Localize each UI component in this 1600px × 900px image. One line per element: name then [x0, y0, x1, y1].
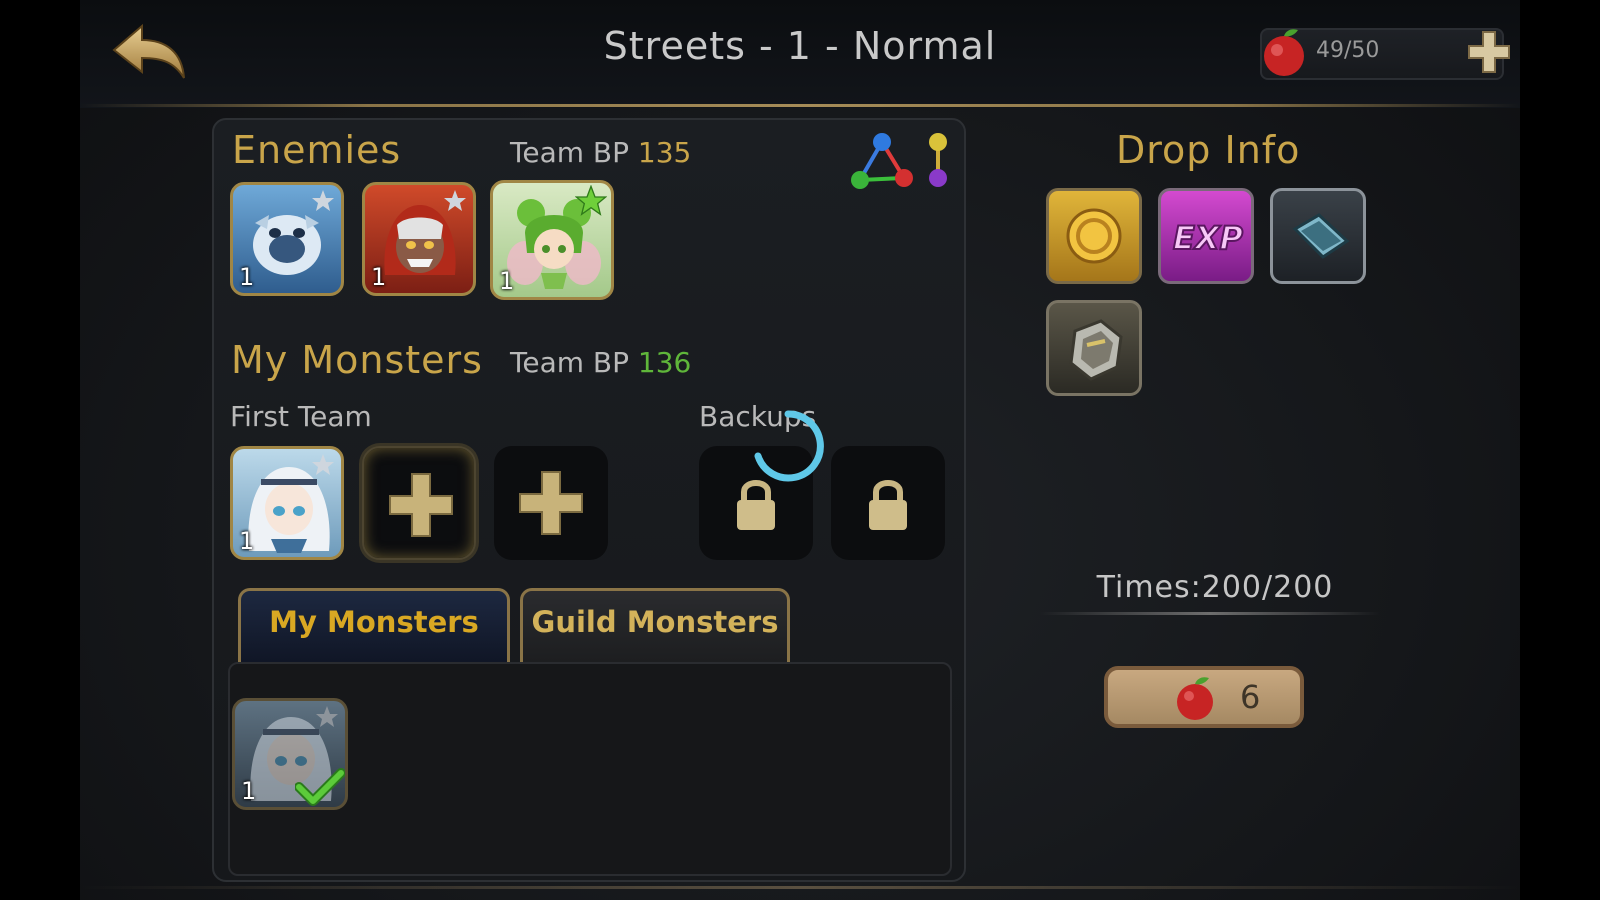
green-star-icon — [575, 185, 607, 216]
my-bp-value: 136 — [637, 346, 692, 379]
enemy-level: 1 — [499, 267, 515, 295]
checkmark-icon — [295, 768, 345, 806]
lock-icon — [869, 480, 907, 530]
first-team-slot-3[interactable] — [494, 446, 608, 560]
enemy-card-1[interactable]: 1 — [230, 182, 344, 296]
times-remaining: Times:200/200 — [1096, 570, 1334, 605]
apple-icon — [1177, 677, 1213, 720]
enemy-level: 1 — [371, 263, 387, 291]
drop-item-gem[interactable] — [1270, 188, 1366, 284]
exp-icon: EXP — [1172, 218, 1245, 258]
backup-slot-2[interactable] — [831, 446, 945, 560]
drop-info-title: Drop Info — [1116, 128, 1301, 172]
enemies-title: Enemies — [232, 128, 402, 172]
add-monster-plus-icon — [519, 471, 583, 535]
loading-spinner-icon — [754, 410, 824, 482]
gear-armor-icon — [1069, 319, 1123, 381]
lock-icon — [737, 480, 775, 530]
gold-coin-icon — [1066, 208, 1122, 264]
drop-item-armor[interactable] — [1046, 300, 1142, 396]
my-bp-label: Team BP — [510, 346, 629, 379]
tab-my-monsters[interactable]: My Monsters — [238, 588, 510, 662]
my-monsters-title: My Monsters — [231, 338, 483, 382]
apple-icon — [1264, 29, 1304, 76]
gem-icon — [1292, 213, 1350, 259]
star-icon — [316, 706, 338, 727]
enemy-card-2[interactable]: 1 — [362, 182, 476, 296]
times-divider — [1040, 612, 1380, 615]
enemy-card-3[interactable]: 1 — [490, 180, 614, 300]
star-icon — [444, 190, 466, 211]
first-team-slot-1[interactable]: 1 — [230, 446, 344, 560]
energy-value: 49/50 — [1316, 38, 1380, 63]
monster-level: 1 — [239, 527, 255, 555]
enemy-bp-value: 135 — [637, 136, 692, 169]
enemy-bp-label: Team BP — [510, 136, 629, 169]
bottom-divider — [80, 886, 1520, 889]
enemy-level: 1 — [239, 263, 255, 291]
start-battle-button[interactable]: 6 — [1104, 666, 1304, 728]
add-monster-plus-icon — [389, 473, 453, 537]
list-item[interactable]: 1 — [232, 698, 348, 810]
element-cycle-icon[interactable] — [846, 130, 956, 192]
drop-item-gold[interactable] — [1046, 188, 1142, 284]
game-stage: Streets - 1 - Normal 49/50 Enemies Team … — [80, 0, 1520, 900]
first-team-slot-2[interactable] — [362, 446, 476, 560]
star-icon — [312, 454, 334, 475]
monster-level: 1 — [241, 777, 257, 805]
enemy-bp: Team BP 135 — [510, 136, 691, 169]
tab-guild-monsters[interactable]: Guild Monsters — [520, 588, 790, 662]
star-icon — [312, 190, 334, 211]
header-divider — [80, 104, 1520, 107]
my-bp: Team BP 136 — [510, 346, 691, 379]
add-energy-button[interactable] — [1467, 30, 1511, 74]
first-team-label: First Team — [230, 400, 372, 433]
energy-cost: 6 — [1240, 678, 1261, 716]
drop-item-exp[interactable]: EXP — [1158, 188, 1254, 284]
svg-text:EXP: EXP — [1173, 219, 1244, 257]
